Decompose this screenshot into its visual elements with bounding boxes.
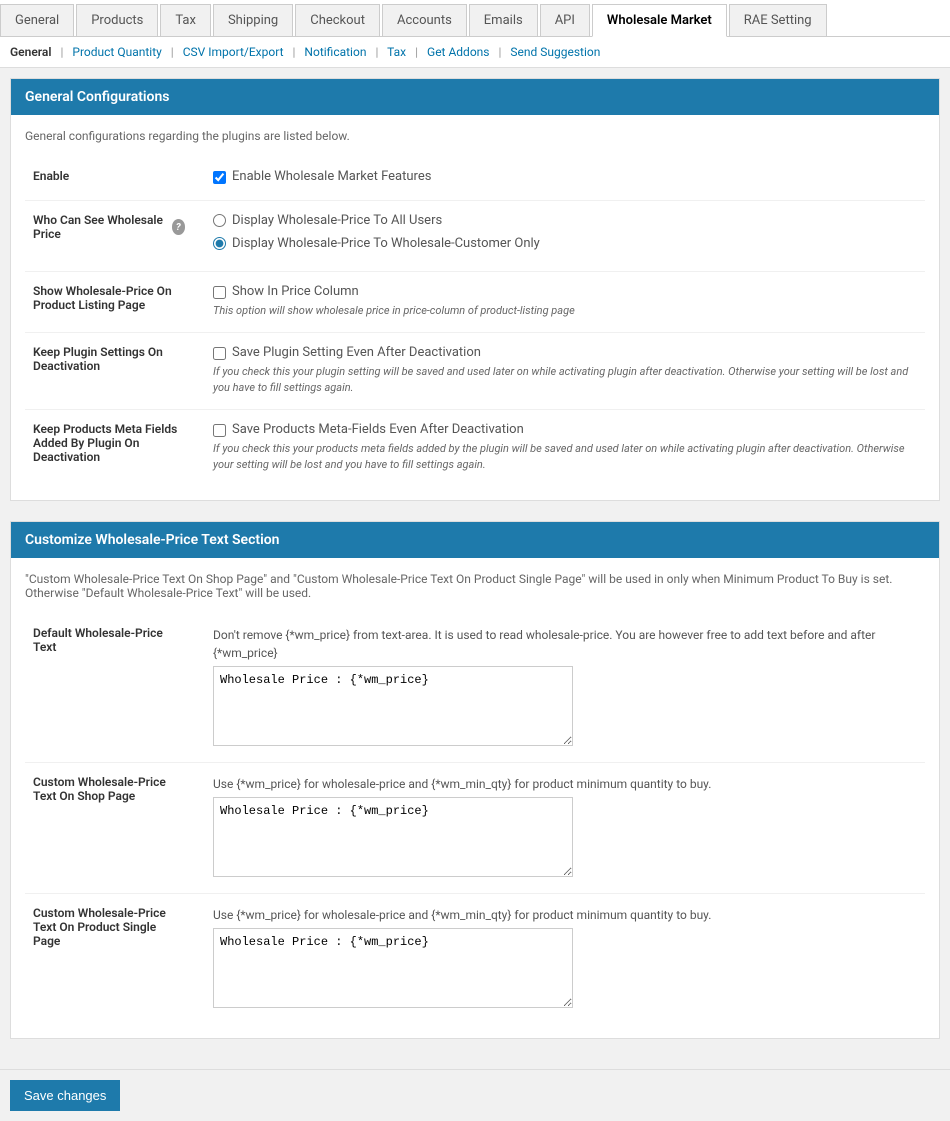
tab-api[interactable]: API	[540, 4, 590, 36]
default-text-row: Default Wholesale-Price Text Don't remov…	[25, 614, 925, 763]
custom-single-row: Custom Wholesale-Price Text On Product S…	[25, 893, 925, 1024]
radio-all-users[interactable]	[213, 214, 226, 227]
tab-accounts[interactable]: Accounts	[382, 4, 467, 36]
tab-shipping[interactable]: Shipping	[213, 4, 293, 36]
custom-single-cell: Use {*wm_price} for wholesale-price and …	[205, 893, 925, 1024]
who-can-see-label-cell: Who Can See Wholesale Price ?	[25, 201, 205, 272]
tab-products[interactable]: Products	[76, 4, 158, 36]
subnav-send-suggestion[interactable]: Send Suggestion	[510, 45, 600, 59]
subnav-general[interactable]: General	[10, 45, 51, 59]
separator-3: |	[293, 45, 296, 59]
sub-navigation: General | Product Quantity | CSV Import/…	[0, 37, 950, 68]
customize-header: Customize Wholesale-Price Text Section	[11, 522, 939, 558]
who-can-see-cell: Display Wholesale-Price To All Users Dis…	[205, 201, 925, 272]
subnav-notification[interactable]: Notification	[304, 45, 366, 59]
subnav-product-quantity[interactable]: Product Quantity	[72, 45, 161, 59]
separator-2: |	[171, 45, 174, 59]
custom-single-label: Custom Wholesale-Price Text On Product S…	[25, 893, 205, 1024]
save-button[interactable]: Save changes	[10, 1080, 120, 1111]
who-can-see-label-wrapper: Who Can See Wholesale Price ?	[33, 213, 185, 241]
keep-meta-checkbox[interactable]	[213, 424, 226, 437]
radio-all-users-row: Display Wholesale-Price To All Users	[213, 213, 917, 228]
customize-intro: "Custom Wholesale-Price Text On Shop Pag…	[25, 572, 925, 600]
keep-plugin-row: Keep Plugin Settings On Deactivation Sav…	[25, 332, 925, 409]
customize-settings-table: Default Wholesale-Price Text Don't remov…	[25, 614, 925, 1024]
separator-4: |	[375, 45, 378, 59]
keep-plugin-label: Keep Plugin Settings On Deactivation	[25, 332, 205, 409]
who-can-see-label: Who Can See Wholesale Price	[33, 213, 168, 241]
enable-checkbox[interactable]	[213, 171, 226, 184]
enable-label: Enable	[25, 157, 205, 201]
keep-plugin-checkbox[interactable]	[213, 347, 226, 360]
subnav-get-addons[interactable]: Get Addons	[427, 45, 489, 59]
tab-wholesale-market[interactable]: Wholesale Market	[592, 4, 727, 37]
customize-section: Customize Wholesale-Price Text Section "…	[10, 521, 940, 1039]
radio-wholesale-row: Display Wholesale-Price To Wholesale-Cus…	[213, 236, 917, 251]
show-price-row: Show Wholesale-Price On Product Listing …	[25, 272, 925, 333]
keep-meta-label: Keep Products Meta Fields Added By Plugi…	[25, 409, 205, 486]
main-tabs-container: General Products Tax Shipping Checkout A…	[0, 0, 950, 37]
tab-emails[interactable]: Emails	[469, 4, 538, 36]
keep-plugin-checkbox-label[interactable]: Save Plugin Setting Even After Deactivat…	[232, 345, 481, 360]
subnav-tax[interactable]: Tax	[387, 45, 406, 59]
customize-body: "Custom Wholesale-Price Text On Shop Pag…	[11, 558, 939, 1038]
who-can-see-row: Who Can See Wholesale Price ? Display Wh…	[25, 201, 925, 272]
separator-6: |	[498, 45, 501, 59]
keep-plugin-cell: Save Plugin Setting Even After Deactivat…	[205, 332, 925, 409]
custom-shop-textarea[interactable]	[213, 797, 573, 877]
radio-wholesale-only[interactable]	[213, 237, 226, 250]
default-text-textarea[interactable]	[213, 666, 573, 746]
custom-shop-label: Custom Wholesale-Price Text On Shop Page	[25, 762, 205, 893]
save-section: Save changes	[0, 1069, 950, 1121]
general-config-desc: General configurations regarding the plu…	[25, 129, 925, 143]
custom-shop-hint: Use {*wm_price} for wholesale-price and …	[213, 775, 917, 793]
default-text-cell: Don't remove {*wm_price} from text-area.…	[205, 614, 925, 763]
keep-plugin-checkbox-row: Save Plugin Setting Even After Deactivat…	[213, 345, 917, 360]
radio-wholesale-label[interactable]: Display Wholesale-Price To Wholesale-Cus…	[232, 236, 540, 251]
show-price-checkbox[interactable]	[213, 286, 226, 299]
tab-rae-setting[interactable]: RAE Setting	[729, 4, 827, 36]
general-config-title: General Configurations	[25, 89, 170, 105]
keep-meta-row: Keep Products Meta Fields Added By Plugi…	[25, 409, 925, 486]
radio-all-users-label[interactable]: Display Wholesale-Price To All Users	[232, 213, 442, 228]
tab-tax[interactable]: Tax	[160, 4, 211, 36]
enable-cell: Enable Wholesale Market Features	[205, 157, 925, 201]
page-content: General Configurations General configura…	[0, 68, 950, 1069]
customize-title: Customize Wholesale-Price Text Section	[25, 532, 279, 548]
show-price-cell: Show In Price Column This option will sh…	[205, 272, 925, 333]
tab-checkout[interactable]: Checkout	[295, 4, 380, 36]
enable-row: Enable Enable Wholesale Market Features	[25, 157, 925, 201]
default-text-hint: Don't remove {*wm_price} from text-area.…	[213, 626, 917, 662]
show-price-hint: This option will show wholesale price in…	[213, 303, 917, 320]
general-config-section: General Configurations General configura…	[10, 78, 940, 501]
keep-meta-hint: If you check this your products meta fie…	[213, 441, 917, 474]
general-config-body: General configurations regarding the plu…	[11, 115, 939, 500]
show-price-checkbox-label[interactable]: Show In Price Column	[232, 284, 359, 299]
keep-plugin-hint: If you check this your plugin setting wi…	[213, 364, 917, 397]
custom-single-hint: Use {*wm_price} for wholesale-price and …	[213, 906, 917, 924]
enable-checkbox-label[interactable]: Enable Wholesale Market Features	[232, 169, 431, 184]
custom-single-textarea[interactable]	[213, 928, 573, 1008]
keep-meta-checkbox-row: Save Products Meta-Fields Even After Dea…	[213, 422, 917, 437]
separator-1: |	[60, 45, 63, 59]
general-settings-table: Enable Enable Wholesale Market Features	[25, 157, 925, 486]
separator-5: |	[415, 45, 418, 59]
tab-general[interactable]: General	[0, 4, 74, 36]
subnav-csv[interactable]: CSV Import/Export	[183, 45, 284, 59]
default-text-label: Default Wholesale-Price Text	[25, 614, 205, 763]
custom-shop-cell: Use {*wm_price} for wholesale-price and …	[205, 762, 925, 893]
show-price-checkbox-row: Show In Price Column	[213, 284, 917, 299]
keep-meta-checkbox-label[interactable]: Save Products Meta-Fields Even After Dea…	[232, 422, 524, 437]
who-can-see-help-icon[interactable]: ?	[172, 219, 185, 235]
show-price-label: Show Wholesale-Price On Product Listing …	[25, 272, 205, 333]
general-config-header: General Configurations	[11, 79, 939, 115]
keep-meta-cell: Save Products Meta-Fields Even After Dea…	[205, 409, 925, 486]
custom-shop-row: Custom Wholesale-Price Text On Shop Page…	[25, 762, 925, 893]
enable-checkbox-row: Enable Wholesale Market Features	[213, 169, 917, 184]
